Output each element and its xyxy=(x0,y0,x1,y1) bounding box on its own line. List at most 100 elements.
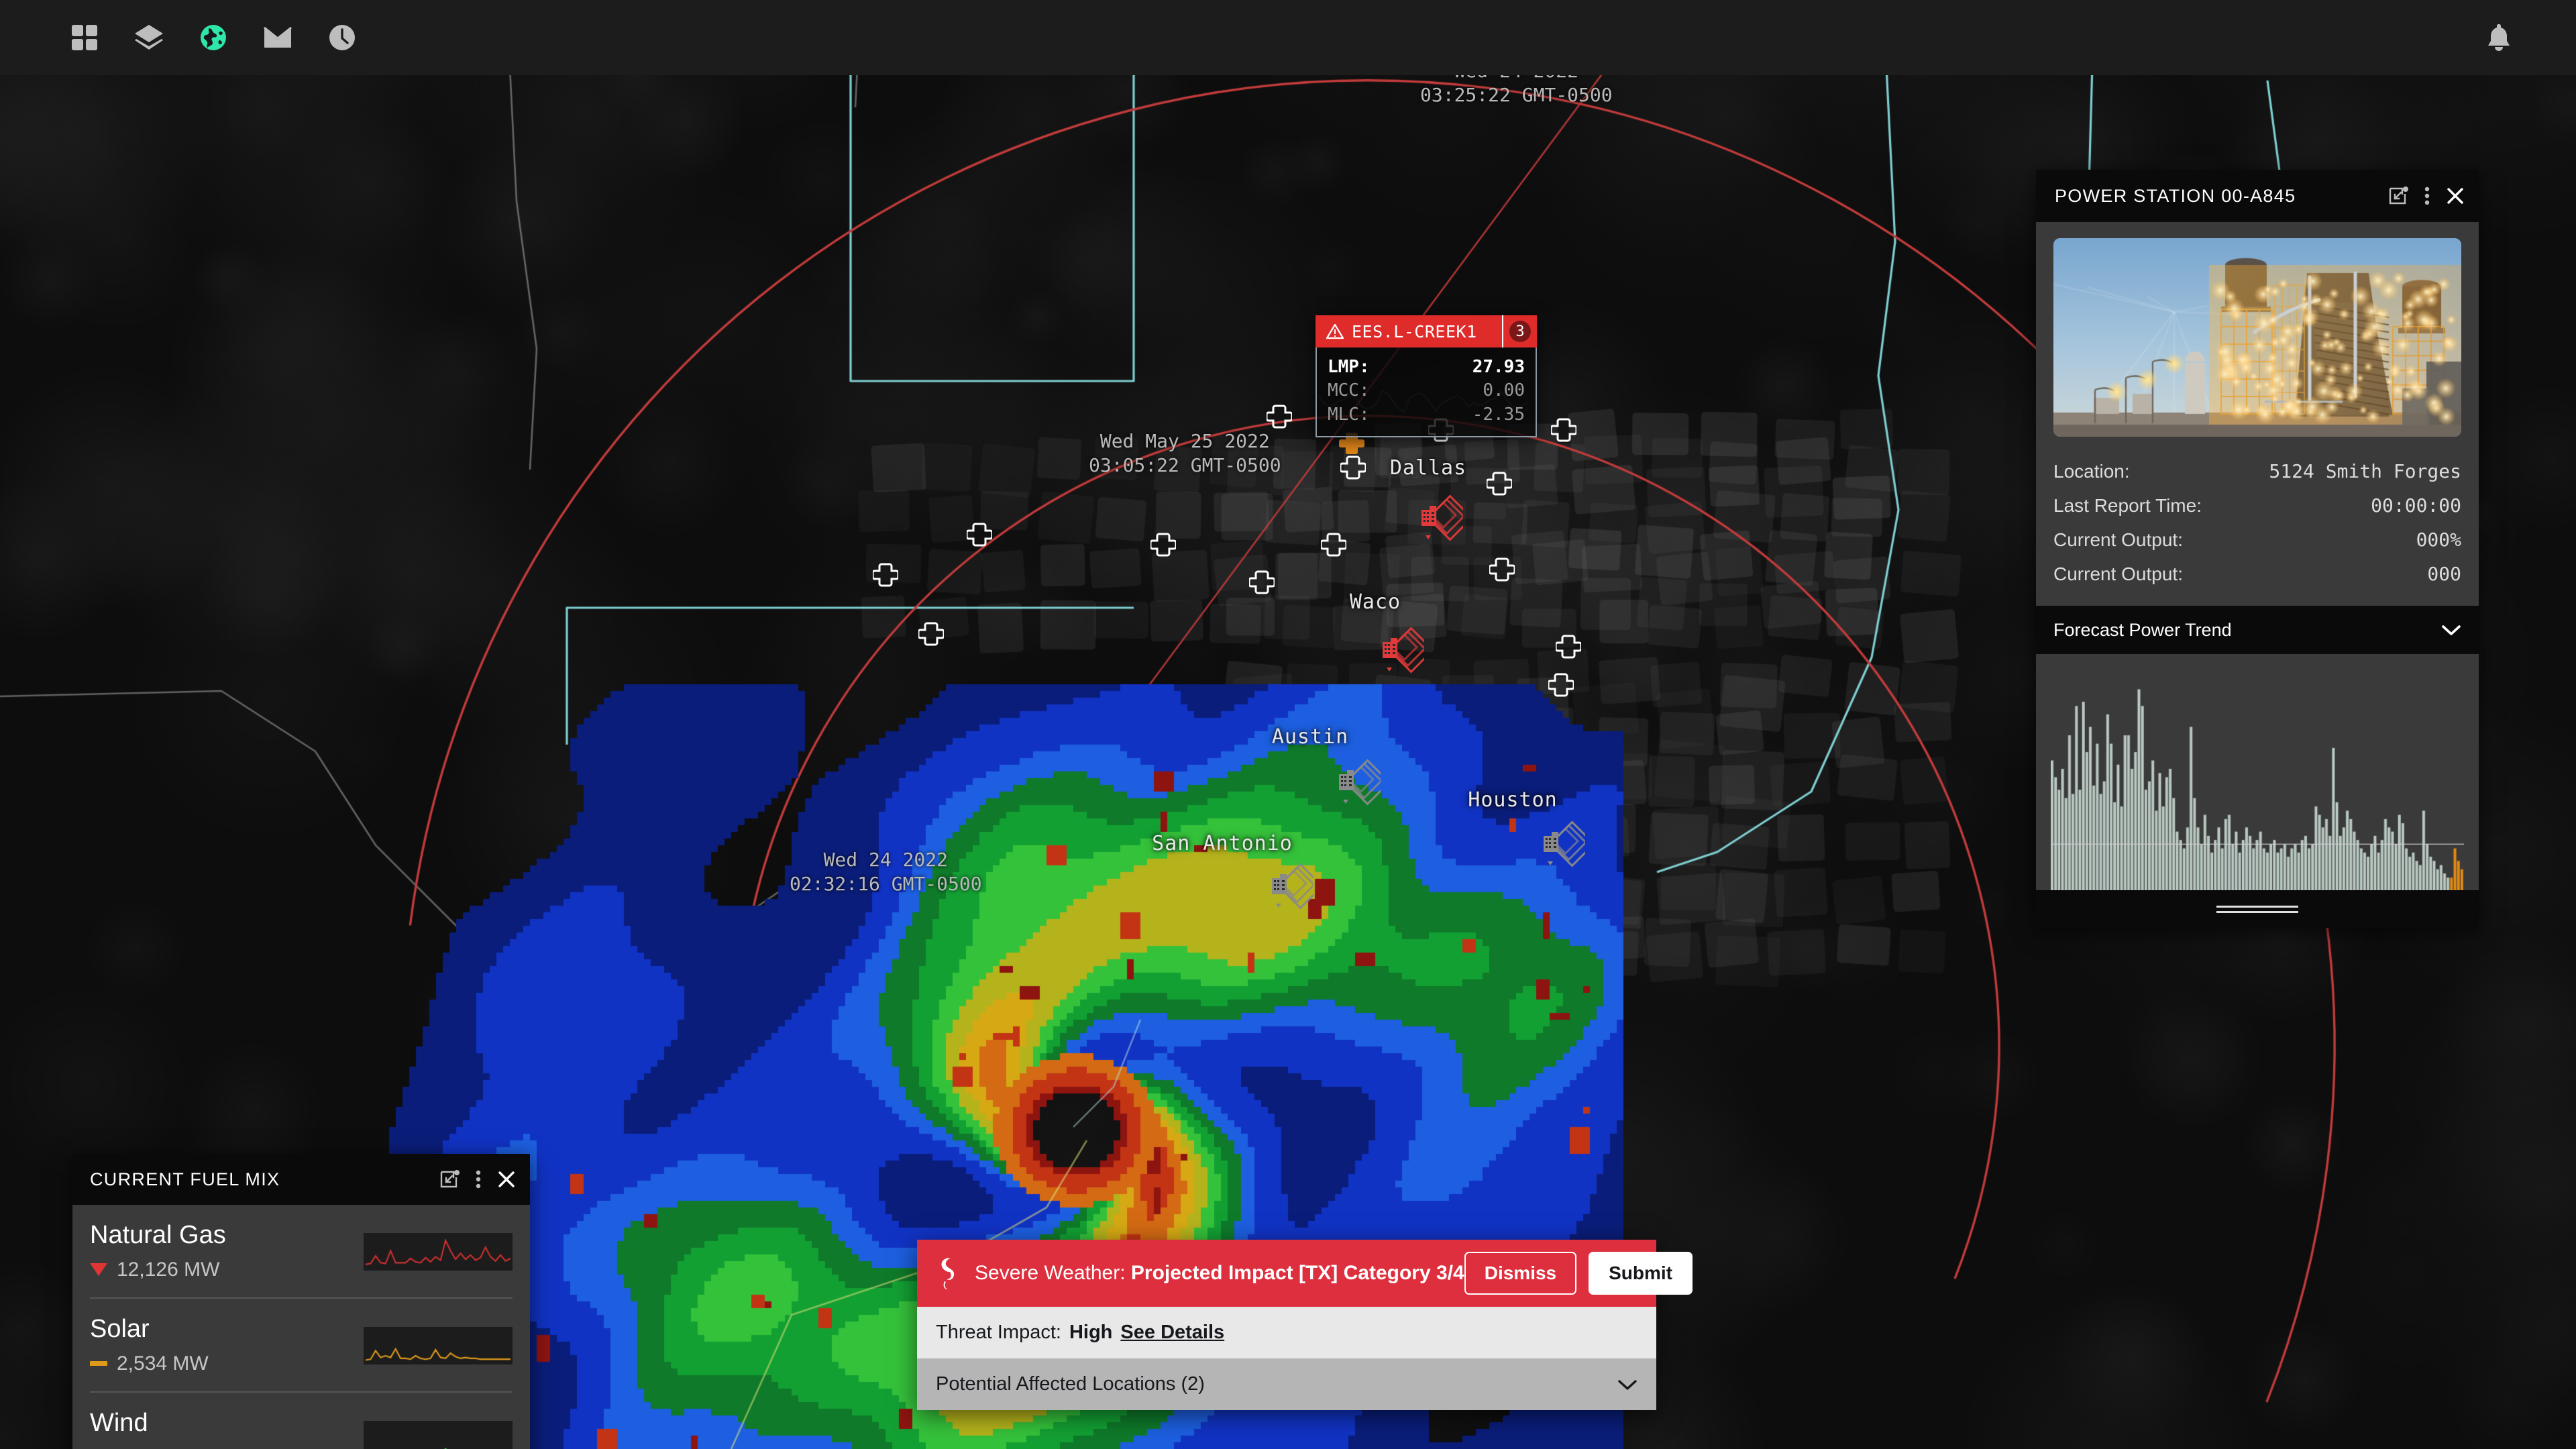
power-station-panel[interactable]: POWER STATION 00-A845 Location: 5124 Smi… xyxy=(2036,170,2479,928)
fuel-mix-panel-title: CURRENT FUEL MIX xyxy=(90,1169,440,1190)
close-icon[interactable] xyxy=(496,1169,517,1189)
detail-row: Last Report Time: 00:00:00 xyxy=(2053,488,2461,523)
fuel-name: Natural Gas xyxy=(90,1222,364,1249)
threat-impact-label: Threat Impact: xyxy=(936,1322,1061,1344)
alert-headline: Projected Impact [TX] Category 3/4 xyxy=(1131,1262,1464,1284)
collapse-panel-icon[interactable] xyxy=(440,1169,460,1189)
tooltip-row-key: MCC: xyxy=(1328,379,1403,402)
potential-affected-locations-row[interactable]: Potential Affected Locations (2) xyxy=(917,1358,1656,1410)
detail-row-label: Last Report Time: xyxy=(2053,495,2202,517)
collapse-panel-icon[interactable] xyxy=(2389,186,2409,206)
node-map-marker[interactable] xyxy=(967,522,992,551)
map-timestamp-time: 03:25:22 GMT-0500 xyxy=(1420,83,1613,107)
fuel-mix-row[interactable]: Natural Gas 12,126 MW xyxy=(90,1205,513,1299)
severe-weather-alert[interactable]: Severe Weather: Projected Impact [TX] Ca… xyxy=(917,1240,1656,1410)
node-tooltip-badge-wrap: 3 xyxy=(1502,315,1537,347)
node-tooltip-body: LMP: 27.93 MCC: 0.00 MLC: -2.35 xyxy=(1316,347,1537,437)
tooltip-row: MLC: -2.35 xyxy=(1328,403,1525,427)
alert-message: Severe Weather: Projected Impact [TX] Ca… xyxy=(975,1262,1464,1285)
fuel-name: Solar xyxy=(90,1316,364,1343)
application-root: Wed 24 2022 03:25:22 GMT-0500 Wed May 25 2… xyxy=(0,0,2576,1449)
see-details-link[interactable]: See Details xyxy=(1120,1322,1224,1344)
power-station-map-marker[interactable] xyxy=(1354,615,1424,688)
fuel-value-line: 2,534 MW xyxy=(90,1352,364,1375)
trend-flat-icon xyxy=(90,1361,107,1366)
toolbar-icon-group xyxy=(52,5,374,70)
tooltip-row: LMP: 27.93 xyxy=(1328,356,1525,379)
city-label: Dallas xyxy=(1390,456,1466,480)
alert-main-row: Severe Weather: Projected Impact [TX] Ca… xyxy=(917,1240,1656,1307)
power-station-panel-body: Location: 5124 Smith Forges Last Report Ti… xyxy=(2036,222,2479,606)
power-station-map-marker[interactable] xyxy=(1311,747,1381,820)
forecast-section-header[interactable]: Forecast Power Trend xyxy=(2036,606,2479,654)
node-map-marker[interactable] xyxy=(1150,532,1176,561)
more-options-icon[interactable] xyxy=(2424,186,2430,206)
current-fuel-mix-panel[interactable]: CURRENT FUEL MIX Natural Gas 12,126 MW S… xyxy=(72,1154,530,1449)
detail-row-value: 5124 Smith Forges xyxy=(2269,460,2461,482)
node-map-marker[interactable] xyxy=(1556,634,1581,663)
map-timestamp-time: 03:05:22 GMT-0500 xyxy=(1089,453,1281,478)
fuel-info: Natural Gas 12,126 MW xyxy=(90,1222,364,1281)
warning-triangle-icon xyxy=(1326,323,1344,339)
threat-impact-row: Threat Impact: High See Details xyxy=(917,1307,1656,1358)
forecast-power-trend-chart[interactable] xyxy=(2051,669,2464,890)
power-station-panel-header: POWER STATION 00-A845 xyxy=(2036,170,2479,222)
node-map-marker[interactable] xyxy=(1489,557,1515,586)
power-station-panel-title: POWER STATION 00-A845 xyxy=(2055,186,2389,207)
map-timestamp-date: Wed 24 2022 xyxy=(790,848,982,872)
detail-row: Current Output: 000 xyxy=(2053,557,2461,591)
fuel-sparkline xyxy=(364,1421,513,1449)
node-map-marker[interactable] xyxy=(1249,570,1275,598)
power-station-details: Location: 5124 Smith Forges Last Report Ti… xyxy=(2053,454,2461,591)
tooltip-row-key: MLC: xyxy=(1328,403,1403,427)
submit-button[interactable]: Submit xyxy=(1589,1252,1693,1295)
node-map-marker[interactable] xyxy=(1551,417,1576,446)
detail-row-label: Current Output: xyxy=(2053,529,2183,551)
node-map-marker[interactable] xyxy=(1321,532,1346,561)
panel-resize-handle[interactable] xyxy=(2216,906,2298,913)
node-tooltip-badge: 3 xyxy=(1509,321,1531,342)
node-map-marker[interactable] xyxy=(1267,404,1292,433)
fuel-value-line: 1,088 MW xyxy=(90,1446,364,1449)
node-map-marker[interactable] xyxy=(873,562,898,591)
fuel-mix-row[interactable]: Solar 2,534 MW xyxy=(90,1299,513,1393)
fuel-mix-list: Natural Gas 12,126 MW Solar 2,534 MW Wind 1,0… xyxy=(72,1205,530,1449)
tooltip-row-key: LMP: xyxy=(1328,356,1403,379)
bell-icon[interactable] xyxy=(2469,7,2529,68)
power-station-map-marker[interactable] xyxy=(1244,851,1313,924)
fuel-info: Wind1,088 MW xyxy=(90,1410,364,1449)
node-tooltip[interactable]: EES.L-CREEK1 3 LMP: 27.93 MCC: 0.00 MLC: -2.3… xyxy=(1316,315,1537,437)
tooltip-row-value: -2.35 xyxy=(1403,403,1525,427)
top-toolbar xyxy=(0,0,2576,75)
detail-row-label: Current Output: xyxy=(2053,564,2183,585)
alert-prefix: Severe Weather: xyxy=(975,1262,1126,1284)
node-map-marker[interactable] xyxy=(918,621,944,650)
fuel-sparkline xyxy=(364,1327,513,1364)
power-station-panel-actions xyxy=(2389,186,2465,206)
layers-icon[interactable] xyxy=(117,5,181,70)
threat-impact-value: High xyxy=(1069,1322,1112,1344)
power-station-panel-footer xyxy=(2036,890,2479,928)
map-timestamp-date: Wed May 25 2022 xyxy=(1089,429,1281,453)
fuel-value: 2,534 MW xyxy=(117,1352,209,1375)
city-label: Austin xyxy=(1272,725,1348,749)
node-tooltip-header: EES.L-CREEK1 3 xyxy=(1316,315,1537,347)
hurricane-icon xyxy=(936,1256,960,1291)
more-options-icon[interactable] xyxy=(475,1169,482,1189)
mail-icon[interactable] xyxy=(246,5,310,70)
power-station-map-marker[interactable] xyxy=(1515,809,1585,882)
globe-icon[interactable] xyxy=(181,5,246,70)
apps-grid-icon[interactable] xyxy=(52,5,117,70)
close-icon[interactable] xyxy=(2445,186,2465,206)
forecast-chart-wrap xyxy=(2036,654,2479,890)
node-map-marker[interactable] xyxy=(1487,471,1512,500)
power-station-map-marker[interactable] xyxy=(1393,483,1463,556)
node-map-marker[interactable] xyxy=(1548,672,1574,701)
clock-icon[interactable] xyxy=(310,5,374,70)
fuel-mix-row[interactable]: Wind 1,088 MW xyxy=(90,1393,513,1449)
detail-row-value: 000 xyxy=(2427,563,2461,585)
city-label: Houston xyxy=(1468,788,1557,812)
power-station-thumbnail[interactable] xyxy=(2053,238,2461,437)
dismiss-button[interactable]: Dismiss xyxy=(1464,1252,1576,1295)
chevron-down-icon xyxy=(2441,624,2461,636)
